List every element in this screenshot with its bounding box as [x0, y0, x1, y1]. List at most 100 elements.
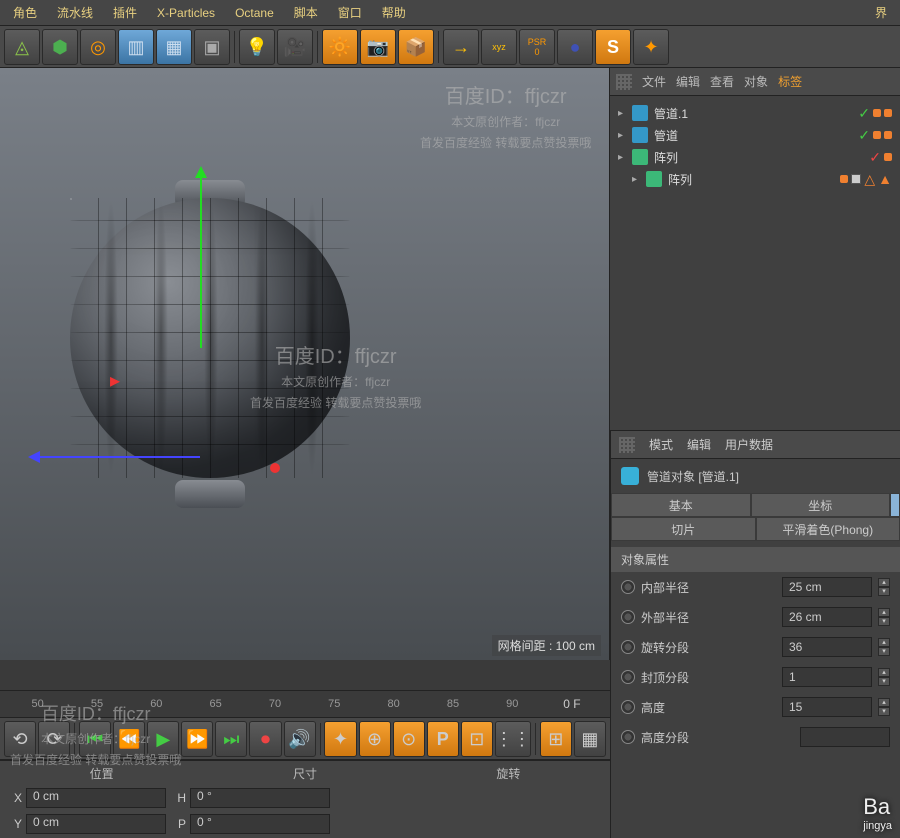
hier-row-tube[interactable]: ▸ 管道 ✓ — [614, 124, 896, 146]
size-x-input[interactable]: 0 cm — [26, 788, 166, 808]
timeline-tick[interactable]: 75 — [305, 698, 364, 710]
outer-radius-input[interactable]: 26 cm — [782, 607, 872, 627]
anim-dot-icon[interactable] — [621, 610, 635, 624]
prev-frame-button[interactable]: ⏪ — [113, 721, 145, 757]
menu-xparticles[interactable]: X-Particles — [148, 3, 224, 23]
viewport-perspective[interactable]: ▸ 网格间距 : 100 cm — [0, 68, 610, 660]
om-tab-tags[interactable]: 标签 — [778, 73, 802, 90]
tool-axis[interactable]: → — [443, 29, 479, 65]
anim-dot-icon[interactable] — [621, 700, 635, 714]
menu-window[interactable]: 窗口 — [329, 1, 371, 24]
om-tab-view[interactable]: 查看 — [710, 73, 734, 90]
anim-dot-icon[interactable] — [621, 640, 635, 654]
render-dot-icon[interactable] — [873, 131, 881, 139]
tag-icon[interactable] — [851, 174, 861, 184]
sound-button[interactable]: 🔊 — [284, 721, 316, 757]
spinner[interactable]: ▴▾ — [878, 578, 890, 596]
object-name[interactable]: 阵列 — [666, 171, 836, 188]
tool-floor[interactable]: ▦ — [156, 29, 192, 65]
tool-psr[interactable]: PSR 0 — [519, 29, 555, 65]
layout-icon[interactable] — [619, 437, 635, 453]
rot-p-input[interactable]: 0 ° — [190, 814, 330, 834]
menu-pipeline[interactable]: 流水线 — [48, 1, 102, 24]
menu-layout[interactable]: 界 — [866, 1, 896, 24]
object-name[interactable]: 管道.1 — [652, 105, 854, 122]
rot-h-input[interactable]: 0 ° — [190, 788, 330, 808]
attr-edit[interactable]: 编辑 — [687, 436, 711, 453]
goto-start-button[interactable]: ⏮ — [79, 721, 111, 757]
timeline-tick[interactable]: 80 — [364, 698, 423, 710]
goto-end-button[interactable]: ⏭ — [215, 721, 247, 757]
tool-render[interactable]: 🔆 — [322, 29, 358, 65]
attr-tab-basic[interactable]: 基本 — [611, 493, 751, 517]
tool-box[interactable]: ⊡ — [461, 721, 493, 757]
visibility-check-icon[interactable]: ✓ — [858, 127, 870, 144]
play-button[interactable]: ▶ — [147, 721, 179, 757]
warning-icon[interactable]: △ — [864, 171, 875, 188]
menu-plugins[interactable]: 插件 — [104, 1, 146, 24]
inner-radius-input[interactable]: 25 cm — [782, 577, 872, 597]
cap-seg-input[interactable]: 1 — [782, 667, 872, 687]
undo-button[interactable]: ⟲ — [4, 721, 36, 757]
spinner[interactable]: ▴▾ — [878, 608, 890, 626]
menu-help[interactable]: 帮助 — [373, 1, 415, 24]
timeline-tick[interactable]: 50 — [8, 698, 67, 710]
hier-row-array1[interactable]: ▸ 阵列 ✓ — [614, 146, 896, 168]
redo-button[interactable]: ⟳ — [38, 721, 70, 757]
tool-snap[interactable]: ● — [557, 29, 593, 65]
render-dot-icon[interactable] — [884, 153, 892, 161]
tool-scale[interactable]: ⊕ — [359, 721, 391, 757]
tool-s[interactable]: S — [595, 29, 631, 65]
timeline-tick[interactable]: 70 — [245, 698, 304, 710]
menu-octane[interactable]: Octane — [226, 3, 283, 23]
anim-dot-icon[interactable] — [621, 730, 635, 744]
record-button[interactable]: ⏺ — [249, 721, 281, 757]
current-frame[interactable]: 0 F — [542, 697, 602, 711]
spinner[interactable]: ▴▾ — [878, 638, 890, 656]
attr-tab-slice[interactable]: 切片 — [611, 517, 756, 541]
tool-environment[interactable]: ▣ — [194, 29, 230, 65]
height-seg-input[interactable] — [800, 727, 890, 747]
tool-generator[interactable]: ⬢ — [42, 29, 78, 65]
attr-tab-end[interactable] — [890, 493, 900, 517]
attr-tab-coord[interactable]: 坐标 — [751, 493, 891, 517]
om-tab-file[interactable]: 文件 — [642, 73, 666, 90]
attr-userdata[interactable]: 用户数据 — [725, 436, 773, 453]
tool-grid-btn[interactable]: ⊞ — [540, 721, 572, 757]
timeline-tick[interactable]: 65 — [186, 698, 245, 710]
tool-render-settings[interactable]: 📷 — [360, 29, 396, 65]
anim-dot-icon[interactable] — [621, 580, 635, 594]
expand-icon[interactable]: ▸ — [618, 152, 628, 163]
tool-camera[interactable]: 🎥 — [277, 29, 313, 65]
spinner[interactable]: ▴▾ — [878, 698, 890, 716]
hier-row-array2[interactable]: ▸ 阵列 △▲ — [614, 168, 896, 190]
om-tab-edit[interactable]: 编辑 — [676, 73, 700, 90]
expand-icon[interactable]: ▸ — [618, 130, 628, 141]
tool-grid2-btn[interactable]: ▦ — [574, 721, 606, 757]
om-tab-object[interactable]: 对象 — [744, 73, 768, 90]
hier-row-tube1[interactable]: ▸ 管道.1 ✓ — [614, 102, 896, 124]
editor-dot-icon[interactable] — [884, 131, 892, 139]
timeline-tick[interactable]: 85 — [423, 698, 482, 710]
expand-icon[interactable]: ▸ — [632, 174, 642, 185]
attr-mode[interactable]: 模式 — [649, 436, 673, 453]
tool-primitive[interactable]: ◬ — [4, 29, 40, 65]
visibility-off-icon[interactable]: ✓ — [869, 149, 881, 166]
tool-rotate[interactable]: ⊙ — [393, 721, 425, 757]
menu-role[interactable]: 角色 — [4, 1, 46, 24]
timeline-ruler[interactable]: 50 55 60 65 70 75 80 85 90 0 F — [0, 690, 610, 718]
tool-menu[interactable]: ⋮⋮ — [495, 721, 531, 757]
warning-icon[interactable]: ▲ — [878, 171, 892, 187]
axis-x[interactable] — [30, 456, 200, 458]
tool-xyz[interactable]: xyz — [481, 29, 517, 65]
object-name[interactable]: 管道 — [652, 127, 854, 144]
tool-p[interactable]: P — [427, 721, 459, 757]
timeline-tick[interactable]: 55 — [67, 698, 126, 710]
size-y-input[interactable]: 0 cm — [26, 814, 166, 834]
render-dot-icon[interactable] — [840, 175, 848, 183]
tool-deformer[interactable]: ◎ — [80, 29, 116, 65]
timeline-tick[interactable]: 60 — [127, 698, 186, 710]
layout-icon[interactable] — [616, 74, 632, 90]
tool-light[interactable]: 💡 — [239, 29, 275, 65]
attr-tab-phong[interactable]: 平滑着色(Phong) — [756, 517, 900, 541]
